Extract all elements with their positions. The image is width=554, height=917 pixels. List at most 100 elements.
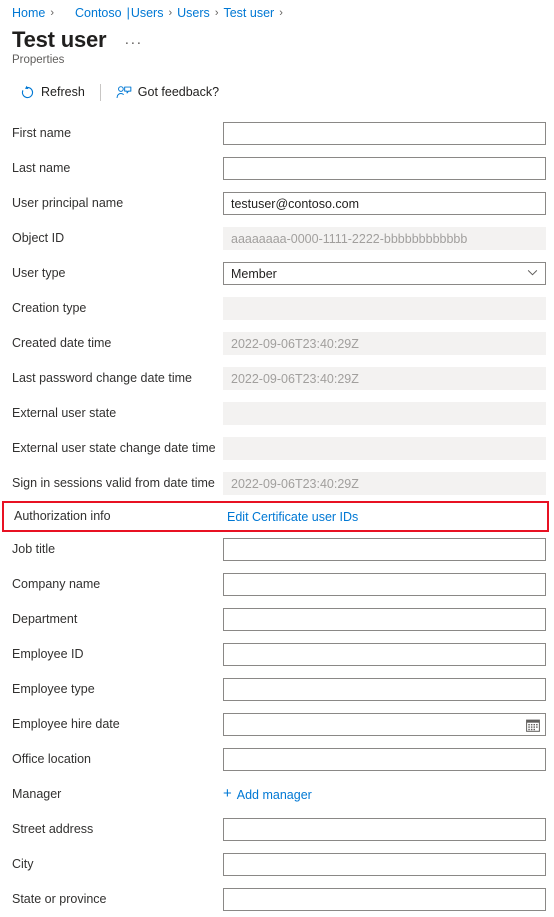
form-row-last-name: Last name	[0, 151, 554, 186]
input-department[interactable]	[223, 608, 546, 631]
breadcrumb-separator: ›	[168, 7, 173, 19]
field-control-object-id: aaaaaaaa-0000-1111-2222-bbbbbbbbbbbb	[223, 227, 554, 250]
more-options-button[interactable]: ···	[120, 35, 146, 51]
field-label-manager: Manager	[12, 787, 62, 801]
form-row-first-name: First name	[0, 116, 554, 151]
breadcrumb-item-test-user[interactable]: Test user	[223, 6, 274, 20]
field-label-external-user-state-change-date-time: External user state change date time	[12, 441, 216, 455]
field-label-created-date-time: Created date time	[12, 336, 112, 350]
field-control-creation-type	[223, 297, 554, 320]
form-row-employee-id: Employee ID	[0, 637, 554, 672]
form-row-object-id: Object ID aaaaaaaa-0000-1111-2222-bbbbbbb…	[0, 221, 554, 256]
input-company-name[interactable]	[223, 573, 546, 596]
breadcrumb-separator: ›	[214, 7, 219, 19]
input-last-name[interactable]	[223, 157, 546, 180]
readonly-value-creation-type	[223, 297, 546, 320]
breadcrumb-separator: ›	[279, 7, 283, 19]
field-label-job-title: Job title	[12, 542, 56, 556]
form-row-employee-hire-date: Employee hire date	[0, 707, 554, 742]
form-row-manager: Manager + Add manager	[0, 777, 554, 812]
input-job-title[interactable]	[223, 538, 546, 561]
input-city[interactable]	[223, 853, 546, 876]
input-employee-id[interactable]	[223, 643, 546, 666]
form-row-user-type: User type Member	[0, 256, 554, 291]
field-control-first-name	[223, 122, 554, 145]
breadcrumb-item-home[interactable]: Home	[12, 6, 45, 20]
calendar-icon[interactable]	[526, 718, 540, 732]
readonly-value-created-date-time: 2022-09-06T23:40:29Z	[223, 332, 546, 355]
field-control-last-password-change-date-time: 2022-09-06T23:40:29Z	[223, 367, 554, 390]
field-label-user-type: User type	[12, 266, 66, 280]
field-label-street-address: Street address	[12, 822, 94, 836]
input-user-principal-name[interactable]	[223, 192, 546, 215]
form-row-department: Department	[0, 602, 554, 637]
field-control-external-user-state-change-date-time	[223, 437, 554, 460]
input-street-address[interactable]	[223, 818, 546, 841]
input-office-location[interactable]	[223, 748, 546, 771]
form-row-company-name: Company name	[0, 567, 554, 602]
breadcrumb-pipe: |	[126, 6, 130, 20]
readonly-value-last-password-change-date-time: 2022-09-06T23:40:29Z	[223, 367, 546, 390]
field-control-user-type: Member	[223, 262, 554, 285]
form-row-street-address: Street address	[0, 812, 554, 847]
field-label-last-password-change-date-time: Last password change date time	[12, 371, 192, 385]
feedback-person-icon	[116, 85, 132, 100]
readonly-value-external-user-state	[223, 402, 546, 425]
plus-icon: +	[223, 784, 232, 802]
input-employee-hire-date[interactable]	[223, 713, 546, 736]
field-control-employee-hire-date	[223, 713, 554, 736]
field-label-sign-in-sessions-valid-from-date-time: Sign in sessions valid from date time	[12, 476, 215, 490]
form-row-authorization-info: Authorization info Edit Certificate user …	[2, 501, 549, 532]
form-row-job-title: Job title	[0, 532, 554, 567]
page-header: Test user ···	[0, 24, 554, 53]
readonly-value-sign-in-sessions-valid-from-date-time: 2022-09-06T23:40:29Z	[223, 472, 546, 495]
field-control-created-date-time: 2022-09-06T23:40:29Z	[223, 332, 554, 355]
field-control-sign-in-sessions-valid-from-date-time: 2022-09-06T23:40:29Z	[223, 472, 554, 495]
link-add-manager[interactable]: + Add manager	[223, 784, 312, 802]
input-first-name[interactable]	[223, 122, 546, 145]
field-control-manager: + Add manager	[223, 786, 554, 804]
refresh-label: Refresh	[41, 85, 85, 99]
readonly-value-object-id: aaaaaaaa-0000-1111-2222-bbbbbbbbbbbb	[223, 227, 546, 250]
form-row-user-principal-name: User principal name	[0, 186, 554, 221]
field-label-office-location: Office location	[12, 752, 91, 766]
page-subtitle: Properties	[12, 54, 65, 66]
field-control-authorization-info: Edit Certificate user IDs	[227, 508, 547, 526]
got-feedback-label: Got feedback?	[137, 85, 220, 99]
field-control-street-address	[223, 818, 554, 841]
field-control-employee-type	[223, 678, 554, 701]
field-label-city: City	[12, 857, 34, 871]
form-row-creation-type: Creation type	[0, 291, 554, 326]
field-label-user-principal-name: User principal name	[12, 196, 124, 210]
field-control-user-principal-name	[223, 192, 554, 215]
readonly-value-external-user-state-change-date-time	[223, 437, 546, 460]
refresh-icon	[20, 85, 35, 100]
field-label-authorization-info: Authorization info	[14, 509, 111, 523]
form-row-office-location: Office location	[0, 742, 554, 777]
field-control-employee-id	[223, 643, 554, 666]
input-employee-type[interactable]	[223, 678, 546, 701]
breadcrumb-item-contoso[interactable]: Contoso	[75, 6, 122, 20]
form-row-last-password-change-date-time: Last password change date time 2022-09-06…	[0, 361, 554, 396]
field-control-department	[223, 608, 554, 631]
form-row-sign-in-sessions-valid-from-date-time: Sign in sessions valid from date time 202…	[0, 466, 554, 501]
field-label-last-name: Last name	[12, 161, 71, 175]
form-row-external-user-state: External user state	[0, 396, 554, 431]
link-edit-certificate-user-ids[interactable]: Edit Certificate user IDs	[227, 510, 358, 524]
form-row-employee-type: Employee type	[0, 672, 554, 707]
field-label-creation-type: Creation type	[12, 301, 87, 315]
refresh-button[interactable]: Refresh	[14, 79, 91, 105]
field-control-external-user-state	[223, 402, 554, 425]
field-control-last-name	[223, 157, 554, 180]
field-label-employee-hire-date: Employee hire date	[12, 717, 120, 731]
got-feedback-button[interactable]: Got feedback?	[110, 79, 225, 105]
breadcrumb-item-users[interactable]: Users	[177, 6, 210, 20]
select-user-type[interactable]: Member	[223, 262, 546, 285]
command-bar: Refresh Got feedback?	[0, 77, 554, 107]
field-control-job-title	[223, 538, 554, 561]
field-label-employee-id: Employee ID	[12, 647, 84, 661]
add-manager-label: Add manager	[236, 787, 312, 802]
breadcrumb-separator: ›	[50, 7, 55, 19]
breadcrumb-item-users[interactable]: Users	[131, 6, 164, 20]
form-row-created-date-time: Created date time 2022-09-06T23:40:29Z	[0, 326, 554, 361]
